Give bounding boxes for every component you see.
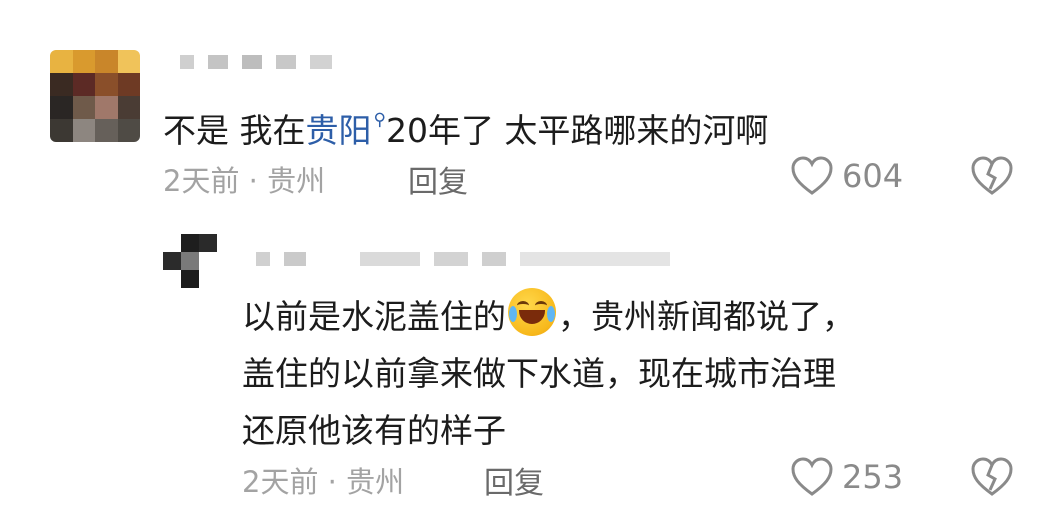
reply-button[interactable]: 回复 [408,157,468,201]
laughing-tears-emoji [508,288,556,336]
reply-line-1-before: 以前是水泥盖住的 [242,297,506,336]
comment-text: 不是 我在贵阳 ⚲20年了 太平路哪来的河啊 [163,93,768,158]
like-button[interactable]: 604 [790,156,903,196]
like-count: 604 [842,157,904,195]
location-link[interactable]: 贵阳 [306,111,372,150]
reply-reply-button[interactable]: 回复 [484,458,544,502]
dislike-button[interactable] [970,156,1014,200]
reply-line-1-after: ，贵州新闻都说了， [558,297,855,336]
reply-avatar[interactable] [163,234,217,288]
broken-heart-icon [971,457,1013,496]
comment-text-after: 20年了 太平路哪来的河啊 [385,111,769,150]
reply-line-3: 还原他该有的样子 [242,411,506,450]
avatar[interactable] [50,50,140,142]
reply-meta: 2天前 · 贵州 [242,465,405,499]
username-masked[interactable] [180,54,332,70]
reply-like-button[interactable]: 253 [790,457,903,497]
reply-text: 以前是水泥盖住的 ，贵州新闻都说了， 盖住的以前拿来做下水道，现在城市治理 还原他… [242,288,855,459]
reply-line-2: 盖住的以前拿来做下水道，现在城市治理 [242,354,836,393]
comment-text-before: 不是 我在 [163,111,306,150]
broken-heart-icon [971,156,1013,195]
reply-like-count: 253 [842,458,904,496]
comment-meta: 2天前 · 贵州 [163,164,326,198]
heart-outline-icon [791,156,833,195]
search-mark-icon[interactable]: ⚲ [374,110,386,130]
heart-outline-icon [791,457,833,496]
reply-line-1: 以前是水泥盖住的 ，贵州新闻都说了， [242,288,855,345]
reply-username-masked[interactable] [256,251,670,267]
reply-dislike-button[interactable] [970,457,1014,501]
